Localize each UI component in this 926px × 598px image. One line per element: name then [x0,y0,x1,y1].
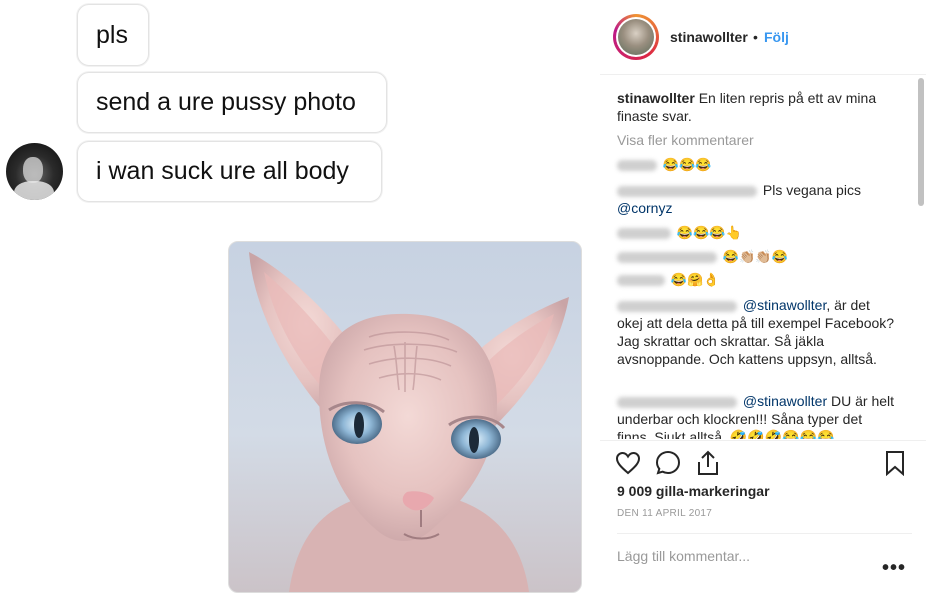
profile-username[interactable]: stinawollter [670,29,748,45]
sphynx-cat-photo [228,241,582,593]
divider [617,533,912,534]
comment-text: 😂😂😂👆 [676,225,742,240]
comment-item: 😂😂😂👆 [617,223,897,242]
sender-avatar [6,143,63,200]
follow-button[interactable]: Följ [764,29,789,45]
comments-list[interactable]: stinawollter En liten repris på ett av m… [600,75,918,439]
post-sidebar: stinawollter • Följ stinawollter En lite… [600,0,926,598]
bookmark-save-icon[interactable] [881,449,909,477]
chat-message-text: send a ure pussy photo [96,88,356,116]
blurred-username [617,274,665,286]
chat-message-text: pls [96,20,128,49]
more-options-icon[interactable]: ••• [882,557,906,580]
comment-item: 😂👏🏼👏🏼😂 [617,247,897,266]
comment-text: 😂😂😂 [662,157,712,172]
comment-item: Pls vegana pics @cornyz [617,181,897,217]
chat-message-text: i wan suck ure all body [96,157,349,185]
caption-username[interactable]: stinawollter [617,90,695,106]
blurred-username [617,185,757,197]
like-heart-icon[interactable] [614,449,642,477]
view-more-comments-button[interactable]: Visa fler kommentarer [617,132,754,148]
comment-text: 😂🤗👌 [670,272,720,287]
cat-illustration [249,252,569,592]
profile-avatar[interactable] [613,14,659,60]
likes-count[interactable]: 9 009 gilla-markeringar [617,483,770,499]
post-date[interactable]: DEN 11 APRIL 2017 [617,508,712,519]
add-comment-input[interactable]: Lägg till kommentar... [617,548,750,564]
blurred-username [617,251,717,263]
blurred-username [617,300,737,312]
comment-text: Pls vegana pics [762,182,861,198]
comment-item: @stinawollter, är det okej att dela dett… [617,296,897,368]
mention-link[interactable]: @cornyz [617,200,672,216]
comment-item: @stinawollter DU är helt underbar och kl… [617,392,897,439]
share-upload-icon[interactable] [694,449,722,477]
comments-scrollbar[interactable] [918,78,924,206]
blurred-username [617,396,737,408]
caption: stinawollter En liten repris på ett av m… [617,89,897,125]
mention-link[interactable]: @stinawollter [743,393,827,409]
comment-item: 😂😂😂 [617,155,897,174]
action-bar [600,440,926,485]
comment-text: 😂👏🏼👏🏼😂 [722,249,788,264]
shared-image: pls send a ure pussy photo i wan suck ur… [0,0,600,598]
chat-bubble: send a ure pussy photo [77,72,387,133]
mention-link[interactable]: @stinawollter [743,297,826,313]
chat-bubble: pls [77,4,149,66]
comment-item: 😂🤗👌 [617,270,897,289]
blurred-username [617,227,671,239]
chat-bubble: i wan suck ure all body [77,141,382,202]
comment-bubble-icon[interactable] [654,449,682,477]
post-header: stinawollter • Följ [600,0,926,75]
blurred-username [617,159,657,171]
separator-dot: • [753,29,758,45]
